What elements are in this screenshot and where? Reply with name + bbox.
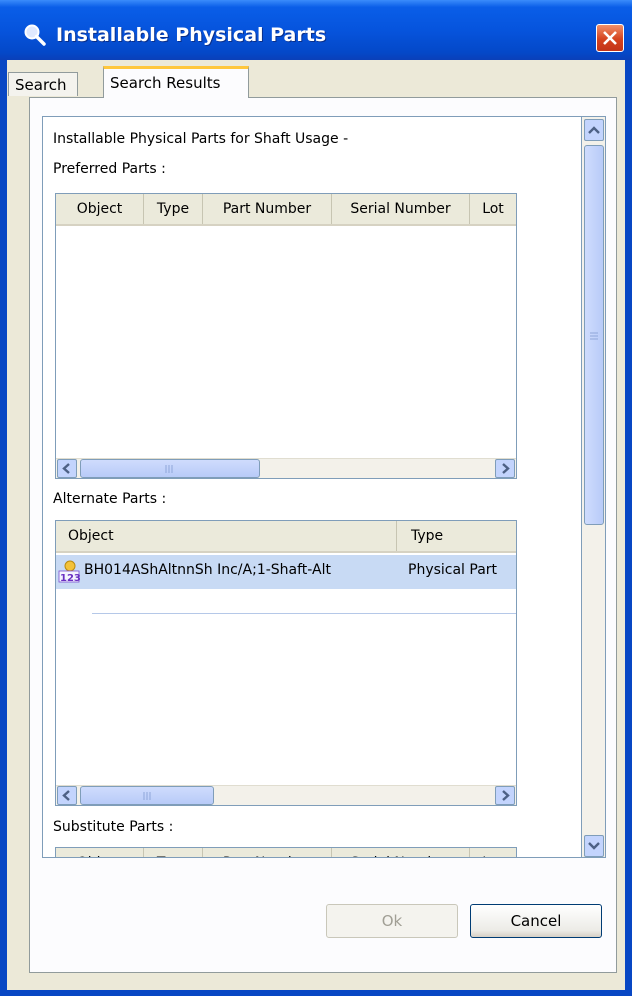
- window-frame-right: [625, 60, 632, 996]
- scroll-right-button[interactable]: [495, 786, 515, 805]
- scroll-right-button[interactable]: [495, 459, 515, 478]
- preferred-table-header: Object Type Part Number Serial Number Lo…: [56, 194, 516, 226]
- column-header-lot[interactable]: Lot: [470, 848, 516, 857]
- window-frame-left: [0, 60, 7, 996]
- substitute-table-header: Object Type Part Number Serial Number Lo…: [56, 848, 516, 857]
- chevron-right-icon: [502, 790, 510, 801]
- chevron-down-icon: [588, 842, 600, 850]
- alternate-horizontal-scrollbar[interactable]: [56, 785, 516, 805]
- results-vertical-scrollbar[interactable]: [582, 116, 606, 858]
- alternate-parts-label: Alternate Parts :: [53, 491, 167, 507]
- grip-icon: [590, 332, 598, 340]
- scroll-down-button[interactable]: [584, 835, 604, 857]
- column-header-serial-number[interactable]: Serial Number: [332, 194, 470, 224]
- column-header-part-number[interactable]: Part Number: [203, 194, 332, 224]
- preferred-horizontal-scrollbar[interactable]: [56, 458, 516, 478]
- column-header-part-number[interactable]: Part Number: [203, 848, 332, 857]
- chevron-up-icon: [588, 126, 600, 134]
- column-header-type[interactable]: Type: [144, 194, 203, 224]
- substitute-parts-table[interactable]: Object Type Part Number Serial Number Lo…: [55, 847, 517, 857]
- column-header-object[interactable]: Object: [56, 521, 397, 551]
- dialog-window: Installable Physical Parts Search Search…: [0, 0, 632, 996]
- chevron-right-icon: [502, 463, 510, 474]
- column-header-type[interactable]: Type: [397, 521, 516, 551]
- svg-text:123: 123: [60, 573, 80, 583]
- column-header-type[interactable]: Type: [144, 848, 203, 857]
- scroll-thumb[interactable]: [584, 145, 604, 525]
- title-bar[interactable]: Installable Physical Parts: [0, 0, 632, 60]
- results-scroll-area: Installable Physical Parts for Shaft Usa…: [42, 116, 582, 858]
- cancel-button[interactable]: Cancel: [470, 904, 602, 938]
- preferred-parts-table[interactable]: Object Type Part Number Serial Number Lo…: [55, 193, 517, 479]
- scroll-left-button[interactable]: [57, 459, 77, 478]
- close-button[interactable]: [596, 24, 624, 52]
- tab-search-results[interactable]: Search Results: [103, 66, 249, 98]
- table-row[interactable]: 123 BH014AShAltnnSh Inc/A;1-Shaft-Alt Ph…: [56, 555, 516, 589]
- preferred-parts-label: Preferred Parts :: [53, 161, 166, 177]
- scroll-up-button[interactable]: [584, 119, 604, 141]
- row-divider: [92, 613, 516, 614]
- tab-search[interactable]: Search: [8, 72, 78, 96]
- column-header-serial-number[interactable]: Serial Number: [332, 848, 470, 857]
- ok-button[interactable]: Ok: [326, 904, 458, 938]
- search-icon: [22, 22, 48, 48]
- grip-icon: [165, 465, 173, 473]
- results-heading: Installable Physical Parts for Shaft Usa…: [53, 131, 349, 147]
- window-title: Installable Physical Parts: [56, 24, 327, 46]
- scroll-left-button[interactable]: [57, 786, 77, 805]
- column-header-lot[interactable]: Lot: [470, 194, 516, 224]
- row-type-cell: Physical Part: [408, 562, 498, 578]
- scroll-thumb[interactable]: [80, 459, 260, 478]
- chevron-left-icon: [62, 790, 70, 801]
- tab-search-label: Search: [15, 76, 67, 94]
- alternate-parts-table[interactable]: Object Type 123 BH014AShAltnnSh Inc/A;1-…: [55, 520, 517, 806]
- scroll-thumb[interactable]: [80, 786, 214, 805]
- column-header-object[interactable]: Object: [56, 848, 144, 857]
- tab-search-results-label: Search Results: [110, 74, 221, 92]
- row-object-cell: BH014AShAltnnSh Inc/A;1-Shaft-Alt: [84, 562, 331, 578]
- grip-icon: [143, 792, 151, 800]
- alternate-table-header: Object Type: [56, 521, 516, 553]
- window-frame-bottom: [0, 990, 632, 996]
- physical-part-icon: 123: [58, 559, 81, 587]
- substitute-parts-label: Substitute Parts :: [53, 819, 174, 835]
- chevron-left-icon: [62, 463, 70, 474]
- column-header-object[interactable]: Object: [56, 194, 144, 224]
- close-icon: [603, 31, 617, 45]
